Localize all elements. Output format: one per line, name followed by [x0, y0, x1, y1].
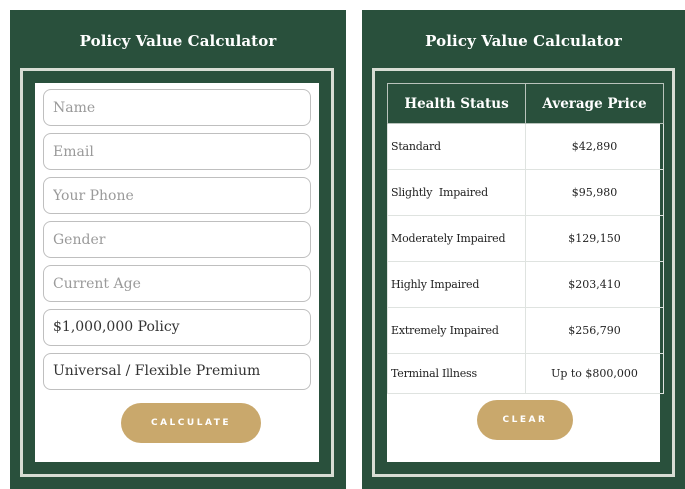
health-status-cell: Highly Impaired [387, 261, 526, 308]
phone-field[interactable] [43, 177, 311, 214]
average-price-cell: $95,980 [525, 169, 664, 216]
table-panel-title: Policy Value Calculator [425, 32, 622, 50]
form-panel-title: Policy Value Calculator [79, 32, 277, 50]
health-status-cell: Terminal Illness [387, 353, 526, 394]
table-row: Slightly Impaired $95,980 [387, 169, 664, 216]
calculate-button[interactable]: CALCULATE [121, 403, 261, 443]
health-status-cell: Standard [387, 123, 526, 170]
table-header-row: Health Status Average Price [387, 83, 664, 124]
health-status-cell: Slightly Impaired [387, 169, 526, 216]
average-price-cell: $256,790 [525, 307, 664, 354]
header-average-price: Average Price [525, 83, 664, 124]
table-frame: Health Status Average Price Standard $42… [372, 68, 675, 477]
average-price-cell: $129,150 [525, 215, 664, 262]
average-price-cell: Up to $800,000 [525, 353, 664, 394]
header-health-status: Health Status [387, 83, 526, 124]
table-card: Health Status Average Price Standard $42… [387, 83, 664, 462]
health-status-cell: Extremely Impaired [387, 307, 526, 354]
email-field[interactable] [43, 133, 311, 170]
current-age-field[interactable] [43, 265, 311, 302]
table-row: Terminal Illness Up to $800,000 [387, 353, 664, 394]
table-row: Highly Impaired $203,410 [387, 261, 664, 308]
policy-amount-select[interactable]: $1,000,000 Policy [43, 309, 311, 346]
health-status-cell: Moderately Impaired [387, 215, 526, 262]
form-card: $1,000,000 Policy Universal / Flexible P… [35, 83, 319, 462]
clear-button[interactable]: CLEAR [477, 400, 573, 440]
calculator-form-panel: Policy Value Calculator $1,000,000 Polic… [10, 10, 346, 489]
health-price-table: Health Status Average Price Standard $42… [387, 83, 664, 394]
table-row: Moderately Impaired $129,150 [387, 215, 664, 262]
average-price-cell: $42,890 [525, 123, 664, 170]
price-table-panel: Policy Value Calculator Health Status Av… [362, 10, 685, 489]
name-field[interactable] [43, 89, 311, 126]
table-row: Standard $42,890 [387, 123, 664, 170]
policy-type-select[interactable]: Universal / Flexible Premium [43, 353, 311, 390]
form-frame: $1,000,000 Policy Universal / Flexible P… [20, 68, 334, 477]
gender-field[interactable] [43, 221, 311, 258]
average-price-cell: $203,410 [525, 261, 664, 308]
table-row: Extremely Impaired $256,790 [387, 307, 664, 354]
